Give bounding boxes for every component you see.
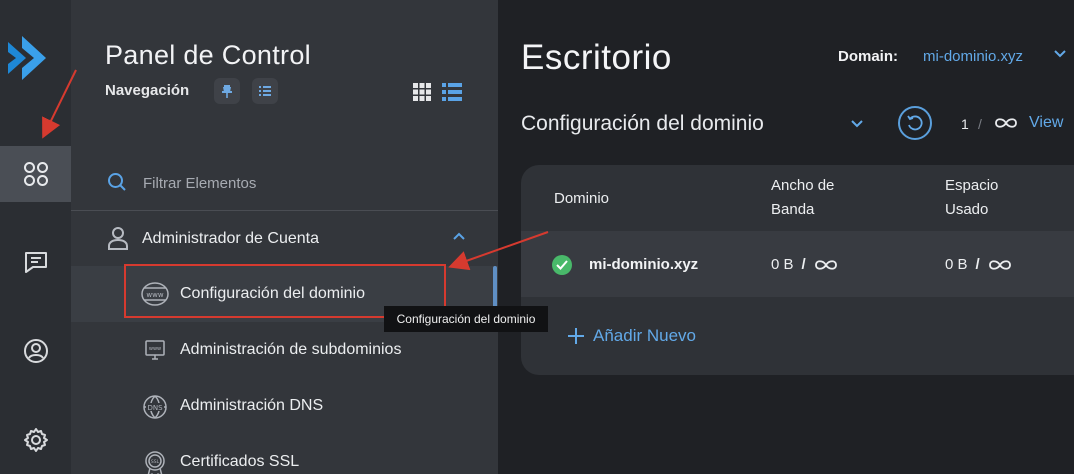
refresh-icon <box>907 115 923 131</box>
row-bandwidth: 0 B / <box>771 256 838 273</box>
domain-table-card: Dominio Ancho de Banda Espacio Usado mi-… <box>521 165 1074 375</box>
user-circle-icon <box>23 339 48 363</box>
infinity-icon <box>988 259 1011 270</box>
chevron-down-icon[interactable] <box>1054 50 1066 58</box>
gear-icon <box>23 428 48 452</box>
nav-item-label: Certificados SSL <box>180 453 300 470</box>
plus-icon <box>568 328 584 344</box>
domain-selector[interactable]: mi-dominio.xyz <box>923 48 1023 65</box>
section-title: Configuración del dominio <box>521 112 764 135</box>
svg-text:DNS: DNS <box>147 404 163 412</box>
infinity-icon <box>814 259 837 270</box>
section-label: Administrador de Cuenta <box>142 230 319 247</box>
rail-settings-button[interactable] <box>0 412 71 468</box>
ssl-badge-icon: SSL <box>145 451 165 474</box>
main-content: Escritorio Domain: mi-dominio.xyz Config… <box>498 0 1074 474</box>
filter-bar <box>71 156 498 211</box>
chat-icon <box>24 252 47 273</box>
column-header-domain: Dominio <box>554 190 610 207</box>
grid-view-icon <box>413 83 431 101</box>
search-icon <box>108 173 126 191</box>
bandwidth-separator: / <box>801 256 806 273</box>
tooltip: Configuración del dominio <box>384 306 548 332</box>
svg-text:SSL: SSL <box>151 459 160 465</box>
chevron-up-icon[interactable] <box>453 232 465 240</box>
domain-label: Domain: <box>838 48 898 65</box>
add-new-label: Añadir Nuevo <box>593 326 697 345</box>
list-view-button[interactable] <box>441 82 463 102</box>
rail-account-button[interactable] <box>0 323 71 379</box>
refresh-button[interactable] <box>898 106 932 140</box>
navigation-subtitle: Navegación <box>105 82 190 99</box>
table-row[interactable]: mi-dominio.xyz 0 B / 0 B / <box>521 231 1074 297</box>
pagination-separator: / <box>978 116 982 132</box>
grid-view-button[interactable] <box>411 82 433 102</box>
pin-icon <box>222 85 232 98</box>
svg-text:www: www <box>149 346 161 352</box>
view-link[interactable]: View <box>1029 114 1063 132</box>
bandwidth-used: 0 B <box>771 256 794 273</box>
rail-dashboard-button[interactable] <box>0 146 71 202</box>
row-space: 0 B / <box>945 256 1012 273</box>
row-domain[interactable]: mi-dominio.xyz <box>589 256 698 273</box>
column-header-space: Espacio Usado <box>945 177 999 218</box>
list-view-icon <box>442 83 462 101</box>
add-new-button[interactable]: Añadir Nuevo <box>567 326 696 346</box>
app-logo-icon <box>8 36 46 80</box>
icon-rail <box>0 0 71 474</box>
dns-globe-icon: DNS <box>143 395 167 419</box>
page-title: Escritorio <box>521 38 672 77</box>
panel-title: Panel de Control <box>105 40 311 70</box>
apps-grid-icon <box>23 162 48 186</box>
nav-item-label: Administración de subdominios <box>180 341 402 358</box>
pin-button[interactable] <box>214 78 240 104</box>
list-options-button[interactable] <box>252 78 278 104</box>
list-icon <box>259 86 271 96</box>
chevron-down-icon[interactable] <box>851 120 863 128</box>
nav-item-dns[interactable]: DNS Administración DNS <box>71 378 498 434</box>
space-separator: / <box>975 256 980 273</box>
section-account-admin[interactable]: Administrador de Cuenta <box>71 212 498 264</box>
status-check-icon <box>552 255 572 275</box>
nav-item-label: Administración DNS <box>180 397 324 414</box>
subdomain-monitor-icon: www <box>145 340 165 360</box>
column-header-bandwidth: Ancho de Banda <box>771 177 835 218</box>
infinity-icon <box>995 118 1017 128</box>
pagination-current: 1 <box>961 116 969 132</box>
rail-messages-button[interactable] <box>0 234 71 290</box>
person-icon <box>108 227 128 250</box>
nav-item-ssl[interactable]: SSL Certificados SSL <box>71 434 498 474</box>
navigation-panel: Panel de Control Navegación Filtrar Elem… <box>71 0 498 474</box>
space-used: 0 B <box>945 256 968 273</box>
filter-input[interactable] <box>143 170 443 196</box>
